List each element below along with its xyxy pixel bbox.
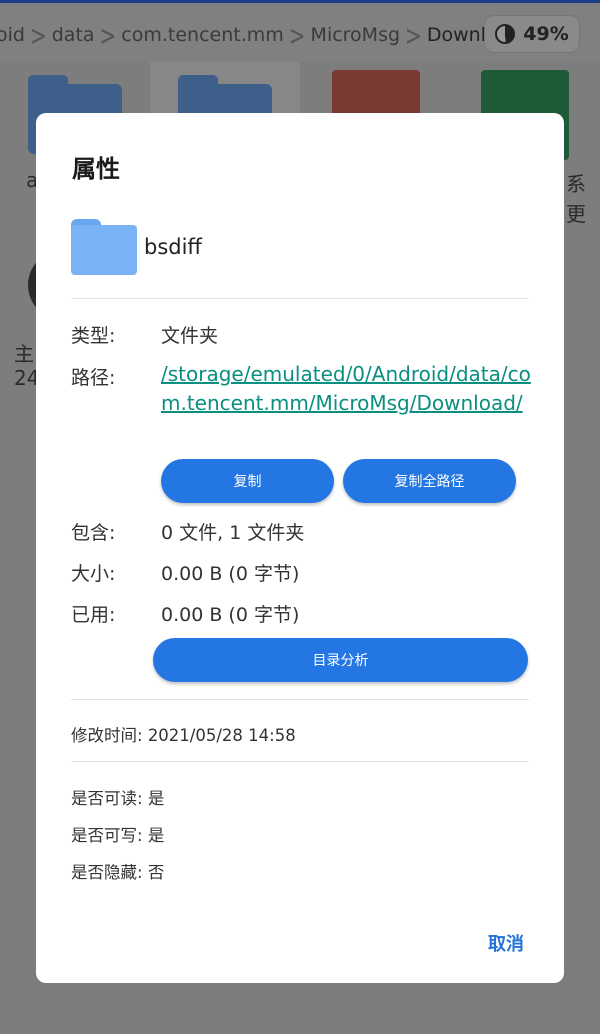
chevron-right-icon: > bbox=[29, 18, 47, 52]
file-label: 更 bbox=[566, 202, 586, 226]
chevron-right-icon: > bbox=[405, 18, 422, 52]
type-value: 文件夹 bbox=[161, 325, 219, 347]
dialog-title: 属性 bbox=[72, 155, 120, 183]
used-value: 0.00 B (0 字节) bbox=[161, 604, 300, 626]
used-label: 已用: bbox=[71, 604, 116, 626]
breadcrumb: oid > data > com.tencent.mm > MicroMsg >… bbox=[0, 18, 523, 52]
readable-row: 是否可读: 是 bbox=[71, 785, 164, 809]
properties-dialog: 属性 bsdiff 类型: 文件夹 路径: /storage/emulated/… bbox=[36, 113, 564, 983]
hidden-value: 否 bbox=[147, 863, 165, 882]
folder-icon bbox=[71, 219, 137, 275]
chevron-right-icon: > bbox=[288, 18, 306, 52]
toolbar: oid > data > com.tencent.mm > MicroMsg >… bbox=[0, 0, 600, 62]
storage-usage-button[interactable]: 49% bbox=[484, 15, 580, 53]
contains-value: 0 文件, 1 文件夹 bbox=[161, 522, 305, 544]
readable-value: 是 bbox=[147, 789, 165, 808]
contains-label: 包含: bbox=[71, 522, 116, 544]
divider bbox=[71, 298, 529, 299]
hidden-row: 是否隐藏: 否 bbox=[71, 859, 164, 883]
modified-time: 修改时间: 2021/05/28 14:58 bbox=[71, 722, 296, 746]
file-label: 系 bbox=[566, 172, 586, 196]
path-label: 路径: bbox=[71, 367, 116, 389]
directory-analysis-button[interactable]: 目录分析 bbox=[153, 638, 528, 682]
writable-value: 是 bbox=[147, 826, 165, 845]
readable-label: 是否可读: bbox=[71, 789, 143, 808]
divider bbox=[71, 699, 529, 700]
breadcrumb-item[interactable]: data bbox=[50, 24, 97, 46]
copy-full-path-button[interactable]: 复制全路径 bbox=[343, 459, 516, 503]
hidden-label: 是否隐藏: bbox=[71, 863, 143, 882]
storage-percent: 49% bbox=[523, 23, 569, 45]
divider bbox=[71, 761, 529, 762]
writable-row: 是否可写: 是 bbox=[71, 822, 164, 846]
breadcrumb-item[interactable]: MicroMsg bbox=[309, 24, 403, 46]
pie-chart-icon bbox=[495, 24, 516, 44]
modified-value: 2021/05/28 14:58 bbox=[147, 726, 296, 745]
file-name: bsdiff bbox=[144, 235, 202, 259]
type-label: 类型: bbox=[71, 325, 116, 347]
file-label: 主 bbox=[14, 342, 34, 366]
copy-button[interactable]: 复制 bbox=[161, 459, 334, 503]
writable-label: 是否可写: bbox=[71, 826, 143, 845]
size-label: 大小: bbox=[71, 563, 116, 585]
path-link[interactable]: /storage/emulated/0/Android/data/com.ten… bbox=[161, 360, 531, 418]
breadcrumb-item[interactable]: oid bbox=[0, 24, 27, 46]
modified-label: 修改时间: bbox=[71, 726, 143, 745]
cancel-button[interactable]: 取消 bbox=[488, 930, 524, 956]
breadcrumb-item[interactable]: com.tencent.mm bbox=[119, 24, 285, 46]
size-value: 0.00 B (0 字节) bbox=[161, 563, 300, 585]
chevron-right-icon: > bbox=[99, 18, 117, 52]
